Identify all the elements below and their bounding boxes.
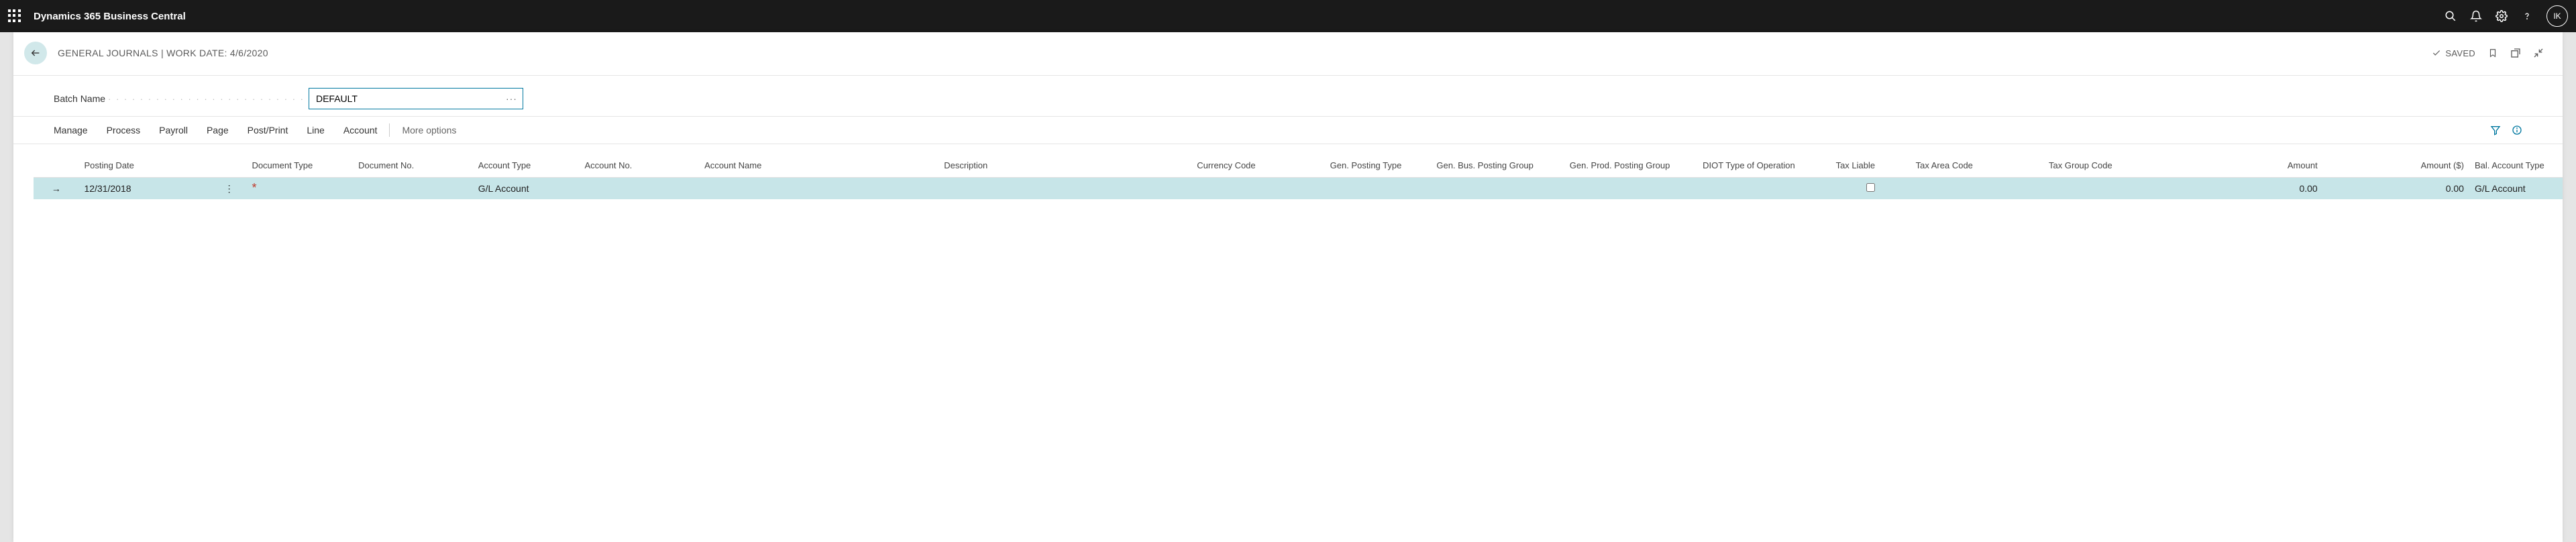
cell-tax-group[interactable]	[2043, 178, 2176, 200]
popout-icon[interactable]	[2510, 48, 2521, 58]
check-icon	[2432, 48, 2441, 58]
toolbar-manage[interactable]: Manage	[54, 125, 88, 136]
page-title: GENERAL JOURNALS | WORK DATE: 4/6/2020	[58, 48, 268, 58]
toolbar-line[interactable]: Line	[307, 125, 324, 136]
toolbar-page[interactable]: Page	[207, 125, 229, 136]
search-icon[interactable]	[2445, 10, 2457, 22]
batch-name-field[interactable]: ···	[309, 88, 523, 109]
cell-gen-prod[interactable]	[1564, 178, 1697, 200]
col-gen-bus[interactable]: Gen. Bus. Posting Group	[1431, 156, 1564, 178]
col-amount[interactable]: Amount	[2176, 156, 2322, 178]
app-title: Dynamics 365 Business Central	[34, 11, 186, 22]
toolbar-postprint[interactable]: Post/Print	[248, 125, 288, 136]
filter-icon[interactable]	[2490, 125, 2501, 136]
cell-currency[interactable]	[1191, 178, 1324, 200]
cell-description[interactable]	[938, 178, 1191, 200]
col-bal-acct[interactable]: Bal. Account Type	[2469, 156, 2563, 178]
col-tax-area[interactable]: Tax Area Code	[1911, 156, 2043, 178]
col-doc-type[interactable]: Document Type	[246, 156, 353, 178]
col-diot[interactable]: DIOT Type of Operation	[1697, 156, 1830, 178]
cell-tax-liable[interactable]	[1831, 178, 1911, 200]
toolbar-more-options[interactable]: More options	[402, 125, 456, 136]
journal-grid: Posting Date Document Type Document No. …	[13, 144, 2563, 199]
help-icon[interactable]	[2521, 10, 2533, 22]
cell-amount-usd[interactable]: 0.00	[2323, 178, 2469, 200]
grid-header-row: Posting Date Document Type Document No. …	[34, 156, 2563, 178]
col-currency[interactable]: Currency Code	[1191, 156, 1324, 178]
batch-name-label: Batch Name	[54, 93, 105, 104]
bell-icon[interactable]	[2470, 10, 2482, 22]
col-tax-group[interactable]: Tax Group Code	[2043, 156, 2176, 178]
col-doc-no[interactable]: Document No.	[353, 156, 473, 178]
bookmark-icon[interactable]	[2487, 48, 2498, 58]
dotted-spacer: · · · · · · · · · · · · · · · · · · · · …	[108, 94, 305, 104]
gear-icon[interactable]	[2496, 10, 2508, 22]
col-acct-type[interactable]: Account Type	[473, 156, 580, 178]
col-amount-usd[interactable]: Amount ($)	[2323, 156, 2469, 178]
cell-diot[interactable]	[1697, 178, 1830, 200]
col-gen-posting[interactable]: Gen. Posting Type	[1325, 156, 1432, 178]
cell-acct-type[interactable]: G/L Account	[473, 178, 580, 200]
col-posting-date[interactable]: Posting Date	[78, 156, 211, 178]
topbar-icons: IK	[2445, 5, 2568, 27]
batch-name-row: Batch Name · · · · · · · · · · · · · · ·…	[13, 76, 2563, 116]
col-gen-prod[interactable]: Gen. Prod. Posting Group	[1564, 156, 1697, 178]
cell-amount[interactable]: 0.00	[2176, 178, 2322, 200]
tax-liable-checkbox[interactable]	[1866, 183, 1875, 192]
col-acct-name[interactable]: Account Name	[699, 156, 938, 178]
required-star-icon: *	[252, 181, 256, 195]
cell-posting-date[interactable]: 12/31/2018	[78, 178, 211, 200]
avatar-initials: IK	[2553, 11, 2561, 21]
cell-gen-bus[interactable]	[1431, 178, 1564, 200]
app-launcher[interactable]	[8, 9, 21, 23]
cell-gen-posting[interactable]	[1325, 178, 1432, 200]
col-tax-liable[interactable]: Tax Liable	[1831, 156, 1911, 178]
cell-bal-acct[interactable]: G/L Account	[2469, 178, 2563, 200]
cell-acct-no[interactable]	[579, 178, 699, 200]
col-description[interactable]: Description	[938, 156, 1191, 178]
toolbar-account[interactable]: Account	[343, 125, 378, 136]
saved-badge: SAVED	[2432, 48, 2475, 58]
cell-doc-no[interactable]	[353, 178, 473, 200]
avatar[interactable]: IK	[2546, 5, 2568, 27]
batch-lookup-button[interactable]: ···	[506, 93, 517, 104]
cell-acct-name[interactable]	[699, 178, 938, 200]
topbar: Dynamics 365 Business Central IK	[0, 0, 2576, 32]
batch-name-input[interactable]	[316, 93, 502, 104]
toolbar-payroll[interactable]: Payroll	[159, 125, 188, 136]
cell-tax-area[interactable]	[1911, 178, 2043, 200]
page-header: GENERAL JOURNALS | WORK DATE: 4/6/2020 S…	[13, 32, 2563, 76]
info-icon[interactable]	[2512, 125, 2522, 136]
collapse-icon[interactable]	[2533, 48, 2544, 58]
action-toolbar: Manage Process Payroll Page Post/Print L…	[13, 116, 2563, 144]
col-acct-no[interactable]: Account No.	[579, 156, 699, 178]
page-card: GENERAL JOURNALS | WORK DATE: 4/6/2020 S…	[13, 32, 2563, 542]
toolbar-process[interactable]: Process	[107, 125, 141, 136]
toolbar-divider	[389, 123, 390, 137]
cell-doc-type[interactable]: *	[246, 178, 353, 200]
table-row[interactable]: → 12/31/2018 ⋮ * G/L Account	[34, 178, 2563, 200]
saved-label: SAVED	[2445, 48, 2475, 58]
row-menu-button[interactable]: ⋮	[212, 178, 247, 200]
row-indicator-icon: →	[34, 178, 78, 200]
back-button[interactable]	[24, 42, 47, 64]
